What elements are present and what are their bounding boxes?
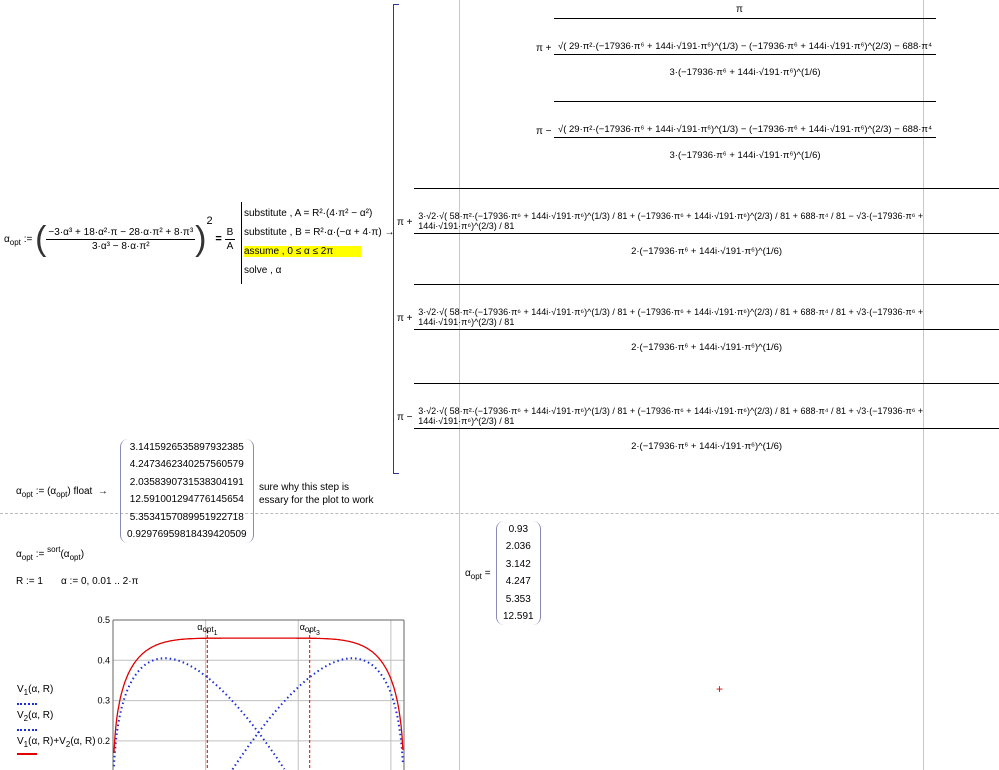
comment-text[interactable]: sure why this step is essary for the plo… [259,481,374,507]
series-3-line [113,637,404,754]
exponent: 2 [206,215,213,227]
marker-label: αopt1 [197,622,217,637]
keyword-substitute-a[interactable]: substitute , A = R²·(4·π² − α²) [244,204,394,223]
rhs-fraction: BA [224,226,236,252]
marker-label: αopt3 [300,622,320,637]
y-tick-label: 0.4 [97,655,110,665]
definition-region[interactable]: αopt := (−3·α³ + 18·α²·π − 28·α·π² + 8·π… [4,215,236,259]
keyword-solve[interactable]: solve , α [244,261,394,280]
float-result-matrix: 3.1415926535897932385 4.2473462340257560… [120,439,254,544]
sort-step[interactable]: αopt := sort(αopt) [16,545,84,562]
series-1-line [113,657,286,770]
right-paren: ) [195,219,207,258]
sorted-result-label[interactable]: αopt = [465,568,491,581]
denominator: 3·α³ − 8·α·π² [91,240,150,252]
y-tick-label: 0.3 [97,696,110,706]
alpha-range-definition[interactable]: α := 0, 0.01 .. 2·π [61,576,138,587]
fraction: −3·α³ + 18·α²·π − 28·α·π² + 8·π³ 3·α³ − 8… [46,226,196,252]
legend-sum: V1(α, R)+V2(α, R) [17,736,96,749]
result-row: π + √( 29·π²·(−17936·π⁶ + 144i·√191·π⁶)^… [536,18,937,78]
result-row-pi: π [736,4,743,15]
result-row: π + 3·√2·√( 58·π²·(−17936·π⁶ + 144i·√191… [397,188,999,257]
legend-v1-line [17,703,37,705]
y-tick-label: 0.5 [97,615,110,625]
y-tick-label: 0.2 [97,736,110,746]
legend-v1: V1(α, R) [17,684,54,697]
float-step[interactable]: αopt := (αopt) float → [16,486,108,499]
series-2-line [231,657,404,770]
arrow-op: → [97,486,108,497]
legend-v2-line [17,729,37,731]
keyword-substitute-b[interactable]: substitute , B = R²·α·(−α + 4·π) → [244,223,394,242]
left-paren: ( [35,219,47,258]
keyword-float: float [73,486,93,497]
numerator: −3·α³ + 18·α²·π − 28·α·π² + 8·π³ [46,226,196,240]
sorted-result-matrix: 0.93 2.036 3.142 4.247 5.353 12.591 [496,521,541,626]
r-definition[interactable]: R := 1 [16,576,43,587]
symbolic-keyword-bar [241,202,242,284]
result-row: π − √( 29·π²·(−17936·π⁶ + 144i·√191·π⁶)^… [536,101,937,161]
assign-op: := [23,234,33,245]
symbolic-keywords[interactable]: substitute , A = R²·(4·π² − α²) substitu… [244,204,394,280]
legend-v2: V2(α, R) [17,710,54,723]
legend-sum-line [17,753,37,755]
bool-equals: = [215,233,222,245]
alpha-opt-var: αopt [4,234,21,247]
keyword-assume[interactable]: assume , 0 ≤ α ≤ 2π [244,242,394,261]
result-row: π − 3·√2·√( 58·π²·(−17936·π⁶ + 144i·√191… [397,383,999,452]
result-row: π + 3·√2·√( 58·π²·(−17936·π⁶ + 144i·√191… [397,284,999,353]
insertion-crosshair: + [716,682,724,696]
